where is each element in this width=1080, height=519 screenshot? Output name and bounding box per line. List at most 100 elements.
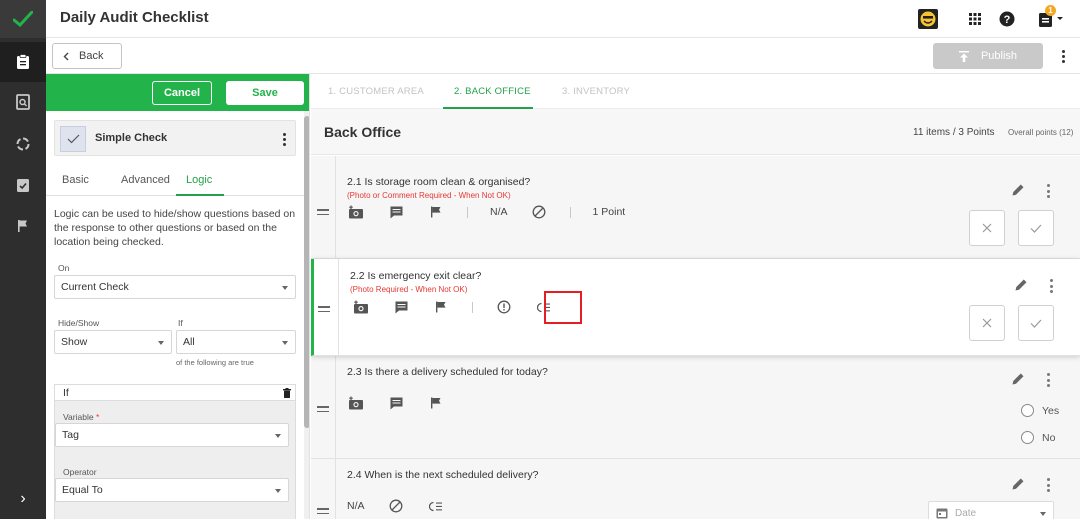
add-photo-icon[interactable] bbox=[347, 395, 365, 411]
nav-item-checklists[interactable] bbox=[0, 42, 46, 82]
step-customer-area[interactable]: 1. CUSTOMER AREA bbox=[328, 86, 424, 97]
publish-button-label: Publish bbox=[980, 50, 1018, 62]
simple-check-icon bbox=[60, 126, 86, 152]
question-title: 2.4 When is the next scheduled delivery? bbox=[347, 469, 539, 481]
radio-option-no[interactable]: No bbox=[1021, 431, 1055, 444]
not-ok-button[interactable] bbox=[969, 210, 1005, 246]
question-toolbar: N/A 1 Point bbox=[347, 203, 647, 221]
help-button[interactable]: ? bbox=[996, 8, 1018, 30]
drag-handle-icon[interactable] bbox=[317, 508, 329, 514]
panel-scrollbar-thumb[interactable] bbox=[304, 116, 309, 428]
on-select[interactable]: Current Check bbox=[54, 275, 296, 299]
cancel-button[interactable]: Cancel bbox=[152, 81, 212, 105]
radio-circle[interactable] bbox=[1021, 404, 1034, 417]
flag-icon[interactable] bbox=[427, 395, 445, 411]
app-logo[interactable] bbox=[0, 0, 46, 38]
calendar-icon bbox=[936, 508, 948, 519]
radio-option-yes[interactable]: Yes bbox=[1021, 404, 1059, 417]
not-ok-button[interactable] bbox=[969, 305, 1005, 341]
apps-grid-button[interactable] bbox=[964, 8, 986, 30]
condition-header: If bbox=[55, 385, 295, 401]
question-menu-button[interactable] bbox=[1045, 478, 1051, 492]
question-menu-button[interactable] bbox=[1048, 279, 1054, 293]
if-note: of the following are true bbox=[176, 358, 254, 367]
save-button[interactable]: Save bbox=[226, 81, 304, 105]
question-card[interactable]: 2.4 When is the next scheduled delivery?… bbox=[311, 459, 1080, 519]
operator-select-value: Equal To bbox=[62, 484, 103, 496]
close-icon bbox=[982, 318, 992, 328]
question-type-name: Simple Check bbox=[95, 132, 168, 144]
nav-item-actions[interactable] bbox=[0, 124, 46, 164]
edit-pencil-icon[interactable] bbox=[1011, 183, 1025, 197]
publish-button[interactable]: Publish bbox=[933, 43, 1043, 69]
radio-circle[interactable] bbox=[1021, 431, 1034, 444]
help-icon: ? bbox=[999, 11, 1015, 27]
nav-item-issues[interactable] bbox=[0, 206, 46, 246]
comment-icon[interactable] bbox=[387, 204, 405, 220]
na-option[interactable]: N/A bbox=[347, 500, 365, 512]
operator-select[interactable]: Equal To bbox=[55, 478, 289, 502]
panel-scrollbar[interactable] bbox=[304, 111, 309, 519]
user-avatar[interactable] bbox=[917, 8, 939, 30]
edit-pencil-icon[interactable] bbox=[1011, 372, 1025, 386]
checkmark-logo-icon bbox=[13, 11, 33, 27]
hideshow-select[interactable]: Show bbox=[54, 330, 172, 354]
if-select[interactable]: All bbox=[176, 330, 296, 354]
nav-item-tasks[interactable] bbox=[0, 165, 46, 205]
drag-handle-icon[interactable] bbox=[317, 209, 329, 215]
comment-icon[interactable] bbox=[387, 395, 405, 411]
edit-pencil-icon[interactable] bbox=[1014, 278, 1028, 292]
notifications-button[interactable]: 1 bbox=[1036, 5, 1066, 30]
question-points[interactable]: 1 Point bbox=[593, 206, 626, 218]
trash-icon[interactable] bbox=[283, 388, 291, 398]
tab-logic[interactable]: Logic bbox=[186, 174, 212, 186]
tab-advanced[interactable]: Advanced bbox=[121, 174, 170, 186]
tab-basic[interactable]: Basic bbox=[62, 174, 89, 186]
drag-handle-icon[interactable] bbox=[317, 406, 329, 412]
items-summary: 11 items / 3 Points bbox=[913, 127, 995, 138]
question-card-selected[interactable]: 2.2 Is emergency exit clear? (Photo Requ… bbox=[311, 259, 1080, 356]
if-select-value: All bbox=[183, 336, 195, 348]
date-input[interactable]: Date bbox=[928, 501, 1054, 519]
hideshow-label: Hide/Show bbox=[58, 318, 100, 328]
back-button[interactable]: Back bbox=[52, 43, 122, 69]
question-toolbar bbox=[347, 394, 467, 412]
chevron-down-icon bbox=[275, 434, 281, 438]
not-applicable-icon[interactable] bbox=[530, 204, 548, 220]
step-inventory[interactable]: 3. INVENTORY bbox=[562, 86, 630, 97]
edit-pencil-icon[interactable] bbox=[1011, 477, 1025, 491]
variable-select[interactable]: Tag bbox=[55, 423, 289, 447]
flag-icon[interactable] bbox=[432, 299, 450, 315]
question-menu-button[interactable] bbox=[1045, 184, 1051, 198]
question-card[interactable]: 2.3 Is there a delivery scheduled for to… bbox=[311, 356, 1080, 459]
flag-icon[interactable] bbox=[427, 204, 445, 220]
ok-button[interactable] bbox=[1018, 210, 1054, 246]
add-photo-icon[interactable] bbox=[347, 204, 365, 220]
comment-icon[interactable] bbox=[392, 299, 410, 315]
toolbar-separator bbox=[467, 206, 468, 218]
check-icon bbox=[1030, 319, 1042, 328]
date-placeholder: Date bbox=[955, 507, 977, 519]
question-menu-button[interactable] bbox=[1045, 373, 1051, 387]
logic-rules-icon[interactable] bbox=[427, 498, 445, 514]
toolbar: Back Publish bbox=[46, 38, 1080, 74]
question-card[interactable]: 2.1 Is storage room clean & organised? (… bbox=[311, 156, 1080, 259]
add-photo-icon[interactable] bbox=[352, 299, 370, 315]
drag-handle-icon[interactable] bbox=[318, 306, 330, 312]
nav-expand-button[interactable]: › bbox=[0, 479, 46, 519]
toolbar-separator bbox=[569, 206, 571, 218]
alert-info-icon[interactable] bbox=[495, 299, 513, 315]
not-applicable-icon[interactable] bbox=[387, 498, 405, 514]
chevron-down-icon bbox=[1057, 17, 1063, 20]
question-type-card[interactable]: Simple Check bbox=[54, 120, 296, 156]
question-requirement: (Photo or Comment Required - When Not OK… bbox=[347, 191, 511, 200]
ring-icon bbox=[16, 137, 30, 151]
more-options-button[interactable] bbox=[1058, 46, 1068, 66]
nav-item-reports[interactable] bbox=[0, 82, 46, 122]
ok-button[interactable] bbox=[1018, 305, 1054, 341]
checklist-editor: 1. CUSTOMER AREA 2. BACK OFFICE 3. INVEN… bbox=[311, 74, 1080, 519]
header: Daily Audit Checklist ? 1 bbox=[46, 0, 1080, 38]
na-option[interactable]: N/A bbox=[490, 206, 508, 218]
question-type-menu-button[interactable] bbox=[279, 129, 289, 149]
step-back-office[interactable]: 2. BACK OFFICE bbox=[454, 86, 531, 97]
